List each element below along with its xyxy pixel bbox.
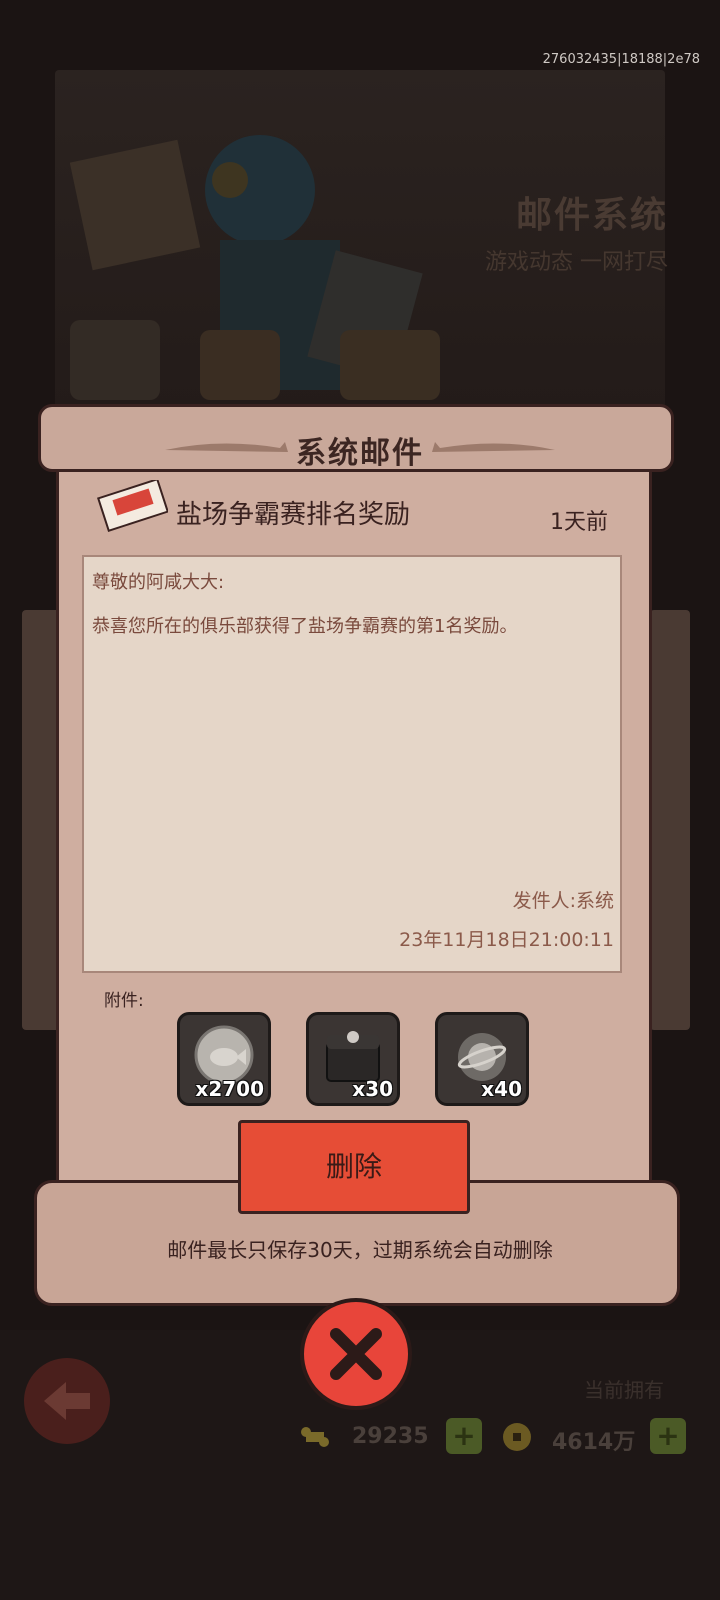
attachment-item-fish-coin[interactable]: x2700 (177, 1012, 271, 1106)
owned-label: 当前拥有 (584, 1378, 664, 1402)
letter-date: 23年11月18日21:00:11 (399, 929, 614, 951)
dialog-title: 系统邮件 (296, 436, 424, 471)
close-icon (330, 1328, 382, 1380)
attachments-label: 附件: (104, 991, 144, 1011)
attachment-item-chest[interactable]: x30 (306, 1012, 400, 1106)
attachment-qty: x30 (352, 1077, 393, 1101)
scroll-side-right (650, 610, 690, 1030)
bone-currency-icon (301, 1427, 329, 1447)
close-button[interactable] (300, 1298, 412, 1410)
currency-value-1: 29235 (352, 1424, 429, 1449)
banner-subtitle: 游戏动态 一网打尽 (485, 250, 668, 275)
courier-character-illustration (70, 135, 440, 400)
mail-subject: 盐场争霸赛排名奖励 (176, 500, 411, 530)
currency-value-2: 4614万 (552, 1430, 636, 1455)
attachment-qty: x2700 (195, 1077, 264, 1101)
back-arrow-icon (44, 1382, 90, 1420)
back-button[interactable] (24, 1358, 110, 1444)
add-currency-1-button[interactable]: + (446, 1418, 482, 1454)
coin-currency-icon (503, 1423, 531, 1451)
envelope-icon (97, 480, 168, 533)
attachment-item-planet[interactable]: x40 (435, 1012, 529, 1106)
letter-body: 恭喜您所在的俱乐部获得了盐场争霸赛的第1名奖励。 (92, 616, 518, 637)
build-id-text: 276032435|18188|2e78 (542, 52, 700, 67)
delete-button[interactable]: 删除 (238, 1120, 470, 1214)
add-currency-2-button[interactable]: + (650, 1418, 686, 1454)
letter-sender: 发件人:系统 (512, 890, 614, 912)
expiry-note: 邮件最长只保存30天，过期系统会自动删除 (167, 1238, 553, 1262)
attachment-qty: x40 (481, 1077, 522, 1101)
mail-time: 1天前 (550, 510, 608, 535)
letter-greeting: 尊敬的阿咸大大: (92, 572, 225, 593)
banner-title: 邮件系统 (515, 195, 668, 236)
